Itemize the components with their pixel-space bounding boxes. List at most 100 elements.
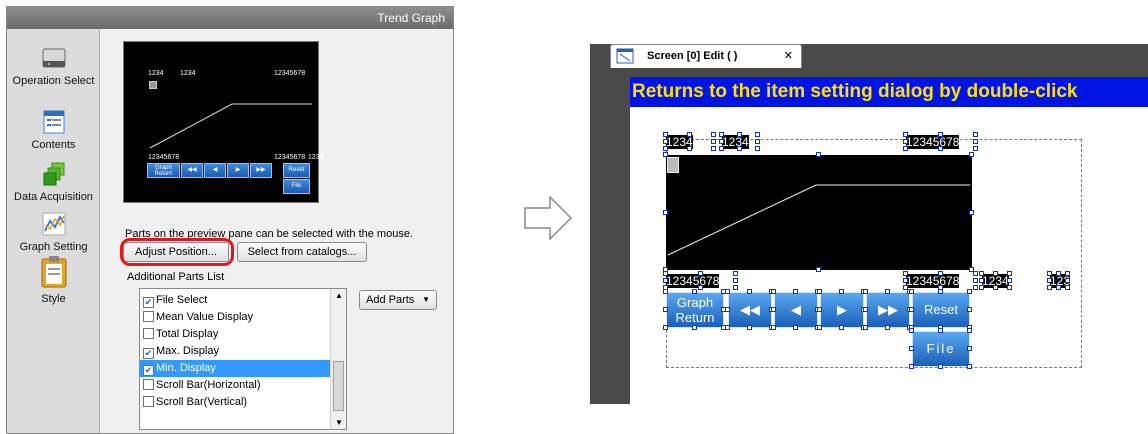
resize-handle[interactable]: [755, 139, 760, 144]
resize-handle[interactable]: [771, 325, 776, 330]
preview-text[interactable]: 12345678: [274, 154, 305, 161]
resize-handle[interactable]: [747, 289, 752, 294]
resize-handle[interactable]: [938, 289, 943, 294]
resize-handle[interactable]: [663, 139, 668, 144]
editor-canvas[interactable]: Returns to the item setting dialog by do…: [630, 77, 1148, 404]
number-display[interactable]: 12345678: [666, 274, 720, 288]
resize-handle[interactable]: [903, 139, 908, 144]
sidebar-item-style[interactable]: Style: [7, 255, 100, 305]
checkbox[interactable]: ✔: [143, 365, 154, 376]
list-item[interactable]: Scroll Bar(Vertical): [140, 394, 332, 411]
resize-handle[interactable]: [938, 271, 943, 276]
resize-handle[interactable]: [687, 132, 692, 137]
checkbox[interactable]: [143, 328, 154, 339]
resize-handle[interactable]: [909, 346, 914, 351]
resize-handle[interactable]: [1007, 278, 1012, 283]
resize-handle[interactable]: [973, 271, 978, 276]
resize-handle[interactable]: [903, 132, 908, 137]
resize-handle[interactable]: [817, 289, 822, 294]
resize-handle[interactable]: [909, 364, 914, 369]
sidebar-item-operation-select[interactable]: Operation Select: [7, 45, 100, 87]
resize-handle[interactable]: [909, 307, 914, 312]
resize-handle[interactable]: [969, 152, 974, 157]
resize-handle[interactable]: [725, 307, 730, 312]
resize-handle[interactable]: [663, 289, 668, 294]
resize-handle[interactable]: [663, 325, 668, 330]
resize-handle[interactable]: [903, 271, 908, 276]
reset-button[interactable]: Reset: [912, 292, 970, 328]
close-icon[interactable]: ✕: [784, 45, 793, 67]
resize-handle[interactable]: [967, 289, 972, 294]
resize-handle[interactable]: [1047, 278, 1052, 283]
scroll-up-icon[interactable]: ▲: [335, 291, 343, 300]
resize-handle[interactable]: [737, 132, 742, 137]
resize-handle[interactable]: [816, 152, 821, 157]
back-button[interactable]: ◀: [774, 292, 818, 328]
list-item-selected[interactable]: ✔ Min. Display: [140, 360, 332, 377]
checkbox[interactable]: [143, 311, 154, 322]
resize-handle[interactable]: [1056, 271, 1061, 276]
resize-handle[interactable]: [719, 139, 724, 144]
resize-handle[interactable]: [979, 271, 984, 276]
preview-text[interactable]: 12345678: [274, 70, 305, 77]
resize-handle[interactable]: [698, 285, 703, 290]
resize-handle[interactable]: [793, 325, 798, 330]
fast-forward-button[interactable]: ▶▶: [866, 292, 910, 328]
additional-parts-list[interactable]: ✔ File Select Mean Value Display Total Di…: [139, 288, 347, 430]
resize-handle[interactable]: [817, 325, 822, 330]
resize-handle[interactable]: [816, 267, 821, 272]
sidebar-item-contents[interactable]: Contents: [7, 109, 100, 151]
resize-handle[interactable]: [967, 328, 972, 333]
preview-fast-back-button[interactable]: ◀◀: [181, 163, 203, 178]
resize-handle[interactable]: [993, 285, 998, 290]
resize-handle[interactable]: [692, 325, 697, 330]
graph-return-button[interactable]: Graph Return: [666, 292, 724, 328]
resize-handle[interactable]: [725, 289, 730, 294]
resize-handle[interactable]: [863, 325, 868, 330]
resize-handle[interactable]: [1007, 271, 1012, 276]
resize-handle[interactable]: [719, 132, 724, 137]
resize-handle[interactable]: [1047, 285, 1052, 290]
resize-handle[interactable]: [663, 146, 668, 151]
list-scrollbar[interactable]: ▲ ▼: [330, 289, 346, 429]
resize-handle[interactable]: [725, 325, 730, 330]
checkbox[interactable]: [143, 396, 154, 407]
number-display[interactable]: 12345678: [906, 135, 960, 149]
resize-handle[interactable]: [663, 209, 668, 215]
resize-handle[interactable]: [979, 285, 984, 290]
resize-handle[interactable]: [863, 289, 868, 294]
resize-handle[interactable]: [973, 146, 978, 151]
resize-handle[interactable]: [973, 285, 978, 290]
checkbox[interactable]: [143, 379, 154, 390]
preview-text[interactable]: 1234: [308, 154, 324, 161]
resize-handle[interactable]: [1007, 285, 1012, 290]
resize-handle[interactable]: [687, 146, 692, 151]
resize-handle[interactable]: [973, 278, 978, 283]
resize-handle[interactable]: [711, 139, 716, 144]
preview-text[interactable]: 1234: [180, 70, 196, 77]
number-display[interactable]: 12345678: [906, 274, 960, 288]
resize-handle[interactable]: [733, 285, 738, 290]
resize-handle[interactable]: [663, 271, 668, 276]
resize-handle[interactable]: [711, 146, 716, 151]
preview-forward-button[interactable]: ▶: [227, 163, 249, 178]
sidebar-item-data-acquisition[interactable]: Data Acquisition: [7, 161, 100, 203]
resize-handle[interactable]: [967, 307, 972, 312]
resize-handle[interactable]: [663, 152, 668, 157]
add-parts-button[interactable]: Add Parts ▼: [359, 290, 437, 310]
resize-handle[interactable]: [711, 132, 716, 137]
resize-handle[interactable]: [993, 271, 998, 276]
resize-handle[interactable]: [885, 325, 890, 330]
preview-pane[interactable]: 1234 1234 12345678 12345678 12345678 123…: [123, 41, 324, 203]
list-item[interactable]: Mean Value Display: [140, 309, 332, 326]
resize-handle[interactable]: [969, 209, 974, 215]
resize-handle[interactable]: [938, 132, 943, 137]
trend-graph-area[interactable]: [666, 155, 972, 270]
resize-handle[interactable]: [938, 146, 943, 151]
resize-handle[interactable]: [1065, 285, 1070, 290]
resize-handle[interactable]: [885, 289, 890, 294]
resize-handle[interactable]: [663, 307, 668, 312]
checkbox[interactable]: ✔: [143, 348, 154, 359]
forward-button[interactable]: ▶: [820, 292, 864, 328]
resize-handle[interactable]: [755, 132, 760, 137]
